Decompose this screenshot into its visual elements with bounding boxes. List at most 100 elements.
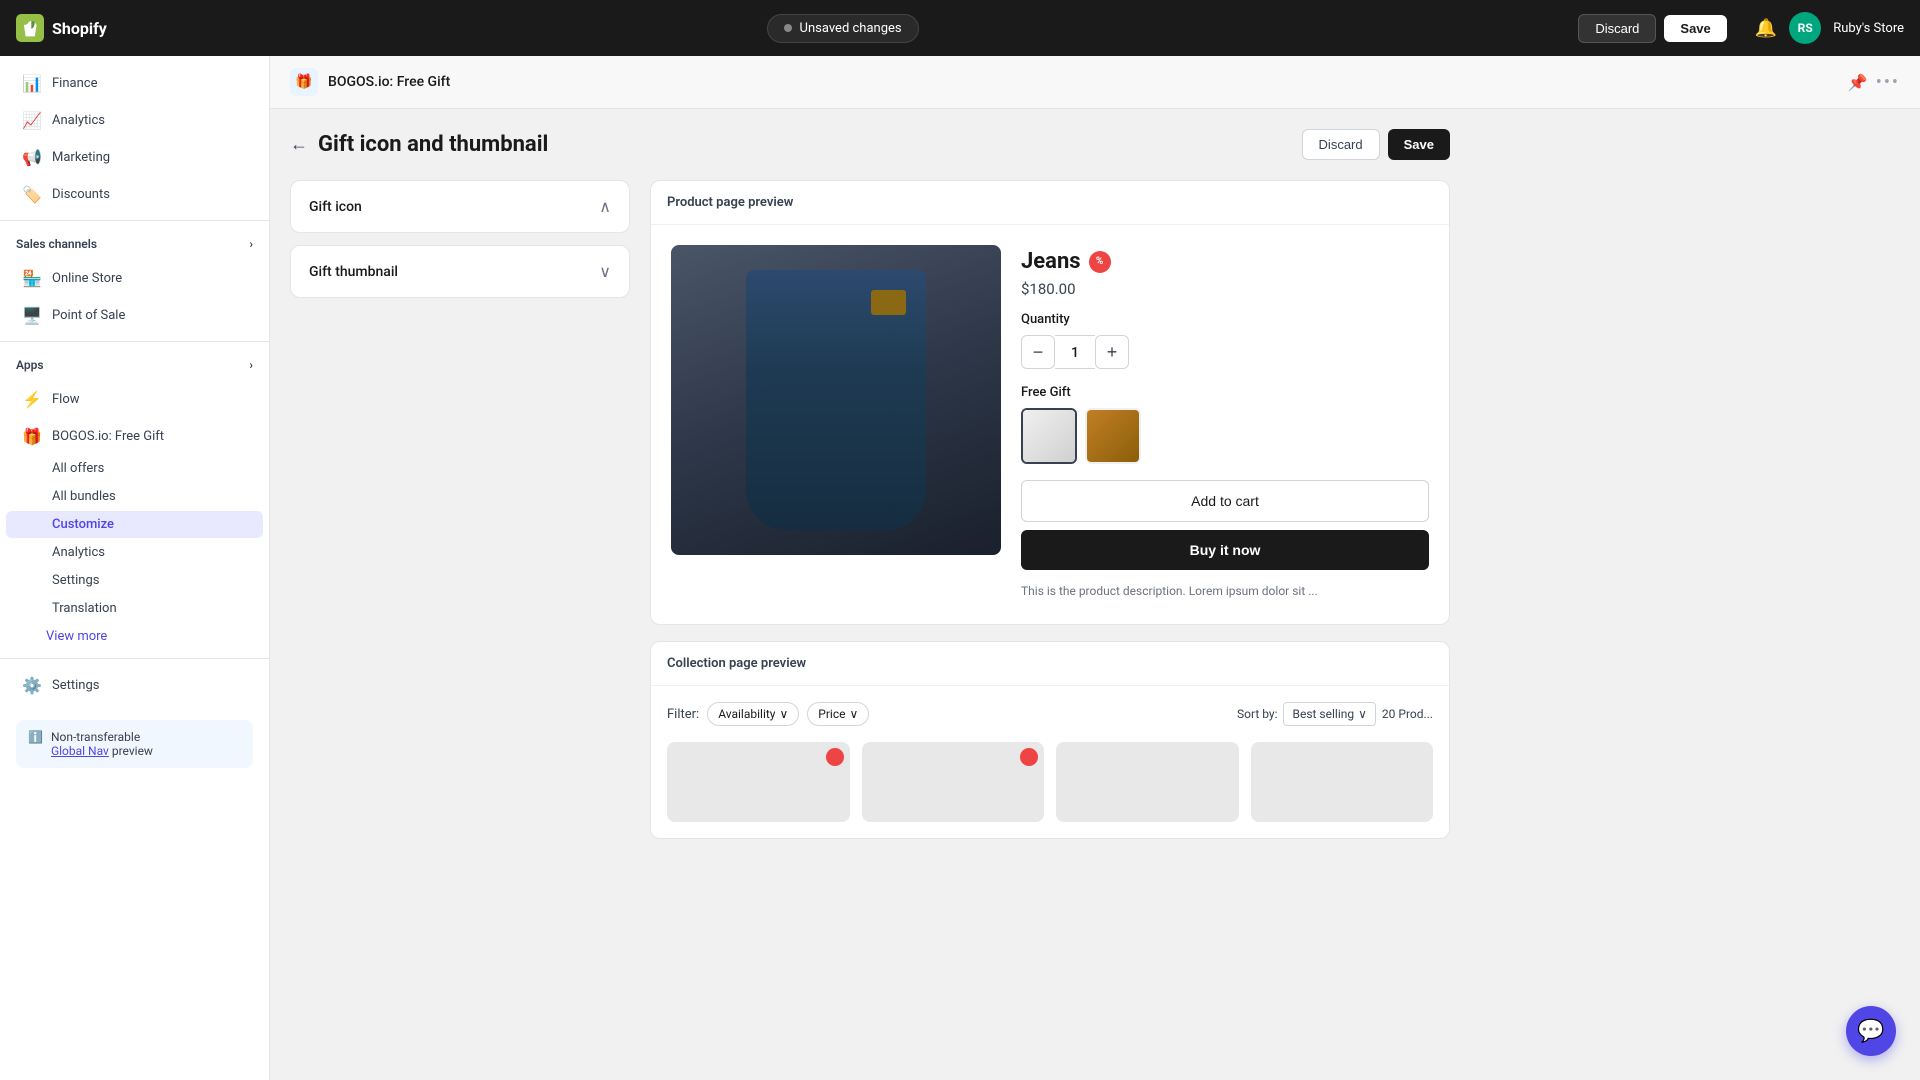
gift-thumb-2[interactable] bbox=[1085, 408, 1141, 464]
store-name: Ruby's Store bbox=[1833, 21, 1904, 36]
analytics-sub-label: Analytics bbox=[52, 545, 105, 560]
filter-row: Filter: Availability ∨ Price ∨ bbox=[667, 702, 1433, 726]
sidebar-item-bogos[interactable]: 🎁 BOGOS.io: Free Gift bbox=[6, 418, 263, 454]
free-gift-label: Free Gift bbox=[1021, 385, 1429, 400]
sidebar-sub-translation[interactable]: Translation bbox=[6, 595, 263, 622]
chevron-down-icon: ∨ bbox=[599, 262, 611, 281]
right-panel: Product page preview bbox=[650, 180, 1450, 839]
page-title: Gift icon and thumbnail bbox=[318, 132, 548, 157]
logo[interactable]: Shopify bbox=[16, 14, 107, 42]
product-name: Jeans bbox=[1021, 249, 1081, 274]
online-store-icon: 🏪 bbox=[22, 268, 42, 288]
page-save-button[interactable]: Save bbox=[1388, 129, 1450, 160]
chat-fab-button[interactable]: 💬 bbox=[1846, 1006, 1896, 1056]
avatar-initials: RS bbox=[1798, 21, 1813, 35]
all-offers-label: All offers bbox=[52, 461, 104, 476]
discounts-icon: 🏷️ bbox=[22, 184, 42, 204]
sidebar-sub-analytics[interactable]: Analytics bbox=[6, 539, 263, 566]
sidebar-item-pos[interactable]: 🖥️ Point of Sale bbox=[6, 297, 263, 333]
finance-icon: 📊 bbox=[22, 73, 42, 93]
sidebar-item-discounts[interactable]: 🏷️ Discounts bbox=[6, 176, 263, 212]
sidebar-item-online-store[interactable]: 🏪 Online Store bbox=[6, 260, 263, 296]
page-discard-button[interactable]: Discard bbox=[1302, 129, 1380, 160]
buy-now-button[interactable]: Buy it now bbox=[1021, 530, 1429, 570]
sidebar-finance-label: Finance bbox=[52, 76, 97, 91]
sort-dropdown[interactable]: Best selling ∨ bbox=[1283, 702, 1375, 726]
price-filter[interactable]: Price ∨ bbox=[807, 702, 869, 726]
product-preview-label: Product page preview bbox=[651, 181, 1449, 225]
sidebar-item-analytics[interactable]: 📈 Analytics bbox=[6, 102, 263, 138]
view-more-link[interactable]: View more bbox=[0, 623, 269, 650]
sidebar-sub-customize[interactable]: Customize bbox=[6, 511, 263, 538]
marketing-icon: 📢 bbox=[22, 147, 42, 167]
notification-bell-icon[interactable]: 🔔 bbox=[1755, 18, 1777, 39]
content-header: 🎁 BOGOS.io: Free Gift 📌 ••• bbox=[270, 56, 1920, 109]
chat-icon: 💬 bbox=[1857, 1019, 1884, 1044]
pos-icon: 🖥️ bbox=[22, 305, 42, 325]
jeans-pocket bbox=[871, 290, 906, 315]
chevron-right-icon: › bbox=[249, 237, 253, 251]
gift-thumb-1[interactable] bbox=[1021, 408, 1077, 464]
topbar-save-button[interactable]: Save bbox=[1664, 15, 1726, 42]
sidebar-sub-settings[interactable]: Settings bbox=[6, 567, 263, 594]
quantity-label: Quantity bbox=[1021, 312, 1429, 327]
product-description: This is the product description. Lorem i… bbox=[1021, 582, 1429, 600]
sidebar-item-finance[interactable]: 📊 Finance bbox=[6, 65, 263, 101]
left-panel: Gift icon ∧ Gift thumbnail ∨ bbox=[290, 180, 630, 298]
chevron-up-icon: ∧ bbox=[599, 197, 611, 216]
grid-item-4 bbox=[1251, 742, 1434, 822]
sidebar-item-flow[interactable]: ⚡ Flow bbox=[6, 381, 263, 417]
sidebar-sub-all-bundles[interactable]: All bundles bbox=[6, 483, 263, 510]
global-nav-link[interactable]: Global Nav bbox=[51, 744, 109, 758]
pin-icon[interactable]: 📌 bbox=[1848, 73, 1868, 92]
quantity-value: 1 bbox=[1055, 335, 1095, 369]
flow-icon: ⚡ bbox=[22, 389, 42, 409]
chevron-down-sort-icon: ∨ bbox=[1358, 707, 1367, 721]
sidebar-online-store-label: Online Store bbox=[52, 271, 122, 286]
sidebar-apps-header[interactable]: Apps › bbox=[0, 350, 269, 380]
add-to-cart-button[interactable]: Add to cart bbox=[1021, 480, 1429, 522]
topbar-center: Unsaved changes bbox=[119, 14, 1566, 43]
content-header-title: BOGOS.io: Free Gift bbox=[328, 74, 450, 90]
analytics-icon: 📈 bbox=[22, 110, 42, 130]
sidebar-item-settings[interactable]: ⚙️ Settings bbox=[6, 667, 263, 703]
topbar-discard-button[interactable]: Discard bbox=[1578, 14, 1656, 43]
page-header-actions: Discard Save bbox=[1302, 129, 1450, 160]
main-content: 🎁 BOGOS.io: Free Gift 📌 ••• ← Gift icon … bbox=[270, 56, 1920, 1080]
quantity-increase-button[interactable]: + bbox=[1095, 335, 1129, 369]
filter-right: Sort by: Best selling ∨ 20 Prod... bbox=[1237, 702, 1433, 726]
product-preview-card: Product page preview bbox=[650, 180, 1450, 625]
collection-preview-body: Filter: Availability ∨ Price ∨ bbox=[651, 686, 1449, 838]
topbar-right: 🔔 RS Ruby's Store bbox=[1755, 12, 1904, 44]
sidebar-sales-channels-header[interactable]: Sales channels › bbox=[0, 229, 269, 259]
sidebar-bogos-label: BOGOS.io: Free Gift bbox=[52, 429, 164, 444]
chevron-down-filter-icon: ∨ bbox=[779, 707, 788, 721]
grid-badge-1 bbox=[826, 748, 844, 766]
chevron-down-price-icon: ∨ bbox=[849, 707, 858, 721]
sidebar-sub-all-offers[interactable]: All offers bbox=[6, 455, 263, 482]
info-icon: ℹ️ bbox=[28, 730, 43, 744]
sidebar-settings-label: Settings bbox=[52, 678, 99, 693]
product-preview-body: Jeans % $180.00 Quantity − 1 + bbox=[651, 225, 1449, 624]
sidebar-pos-label: Point of Sale bbox=[52, 308, 125, 323]
gift-thumbnail-accordion-header[interactable]: Gift thumbnail ∨ bbox=[291, 246, 629, 297]
page-wrapper: ← Gift icon and thumbnail Discard Save G… bbox=[270, 109, 1470, 859]
gift-icon-label: Gift icon bbox=[309, 199, 362, 215]
content-header-left: 🎁 BOGOS.io: Free Gift bbox=[290, 68, 450, 96]
sidebar-divider-1 bbox=[0, 220, 269, 221]
view-more-label: View more bbox=[46, 629, 107, 644]
unsaved-label: Unsaved changes bbox=[800, 21, 902, 36]
sidebar-item-marketing[interactable]: 📢 Marketing bbox=[6, 139, 263, 175]
back-arrow-icon[interactable]: ← bbox=[290, 134, 308, 155]
more-options-icon[interactable]: ••• bbox=[1876, 72, 1900, 93]
sidebar-bottom: ℹ️ Non-transferable Global Nav preview bbox=[0, 704, 269, 784]
avatar: RS bbox=[1789, 12, 1821, 44]
price-label: Price bbox=[818, 707, 845, 721]
quantity-decrease-button[interactable]: − bbox=[1021, 335, 1055, 369]
best-selling-label: Best selling bbox=[1292, 707, 1354, 721]
sidebar-marketing-label: Marketing bbox=[52, 150, 110, 165]
jeans-visual bbox=[671, 245, 1001, 555]
gift-thumbnail-accordion: Gift thumbnail ∨ bbox=[290, 245, 630, 298]
availability-filter[interactable]: Availability ∨ bbox=[707, 702, 799, 726]
gift-icon-accordion-header[interactable]: Gift icon ∧ bbox=[291, 181, 629, 232]
